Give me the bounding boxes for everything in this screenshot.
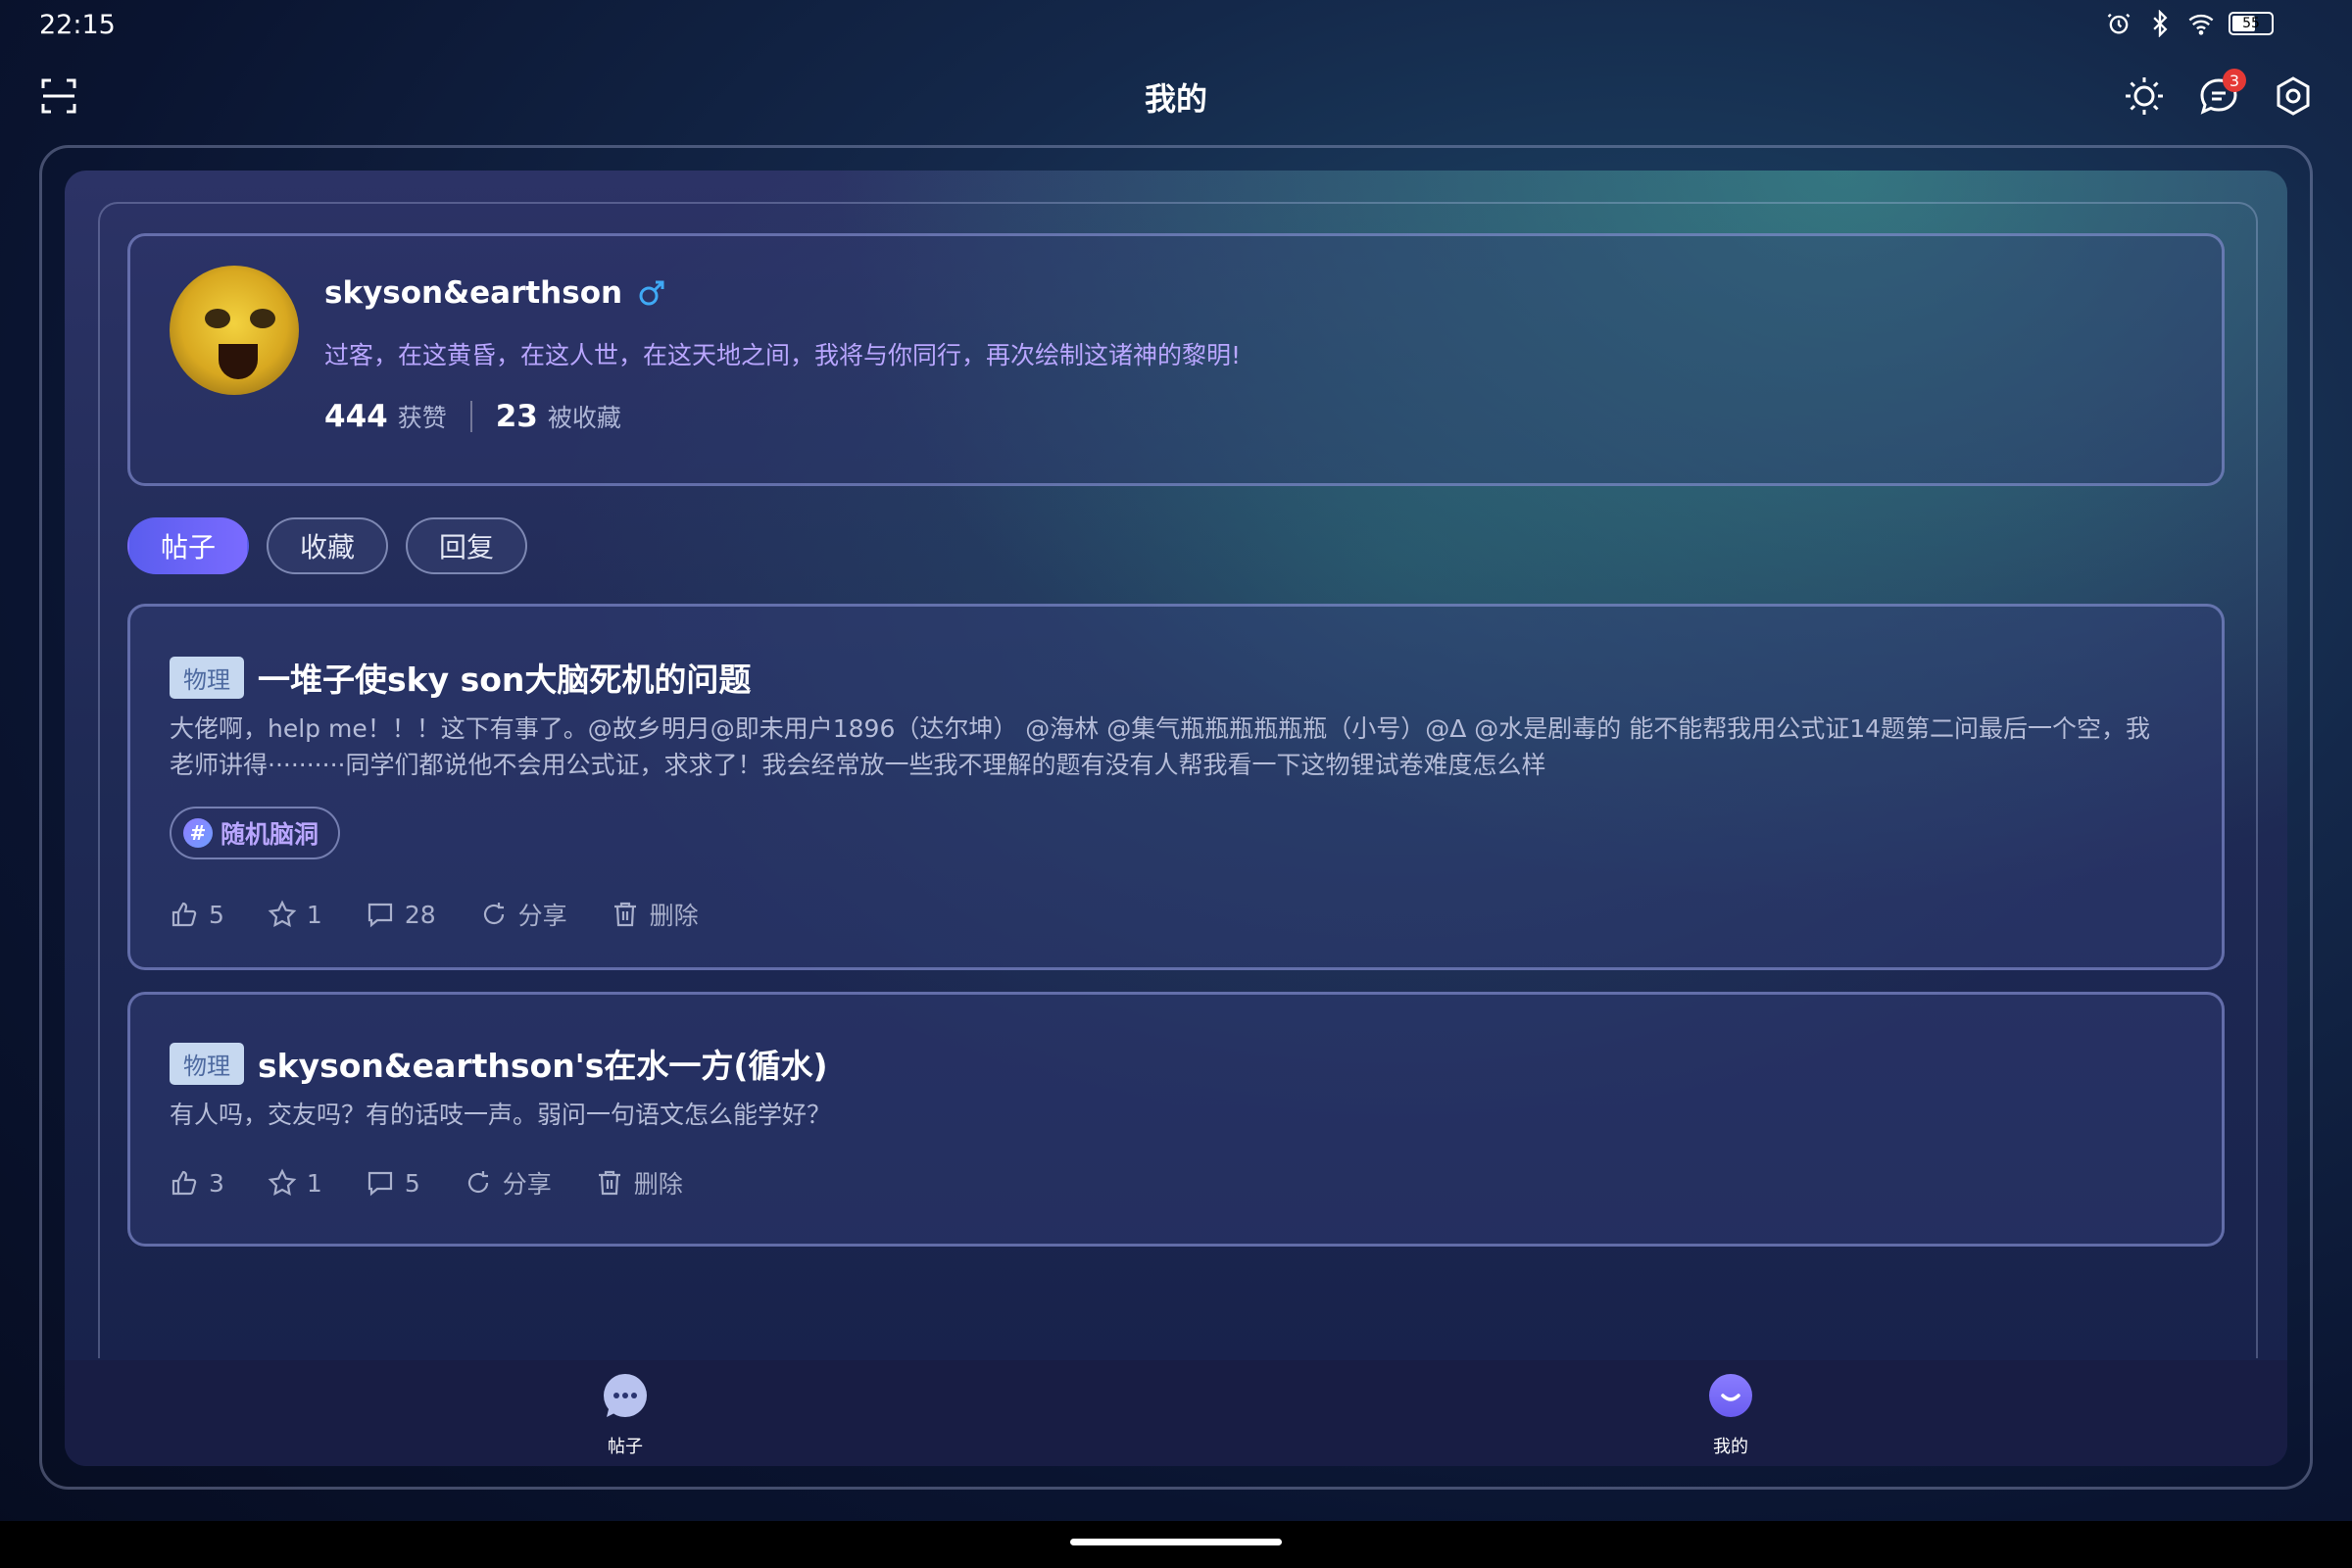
battery-icon: 55 [2229, 12, 2274, 35]
post-title-row: 物理 skyson&earthson's在水一方(循水) [170, 1040, 828, 1087]
delete-button[interactable]: 删除 [611, 897, 699, 932]
sun-icon [2126, 77, 2163, 115]
status-icons: 55 [2105, 10, 2274, 37]
avatar[interactable] [170, 266, 299, 395]
post-card[interactable]: 物理 一堆子使sky son大脑死机的问题 大佬啊，help me！！！这下有事… [127, 604, 2225, 970]
theme-toggle-button[interactable] [2123, 74, 2166, 118]
profile-smile-icon [1709, 1374, 1752, 1417]
home-indicator[interactable] [1070, 1539, 1282, 1545]
comment-button[interactable]: 5 [366, 1168, 420, 1198]
post-card[interactable]: 物理 skyson&earthson's在水一方(循水) 有人吗，交友吗？有的话… [127, 992, 2225, 1247]
nav-item-posts[interactable]: 帖子 [566, 1372, 684, 1458]
star-count: 1 [306, 900, 322, 929]
like-count: 5 [209, 900, 224, 929]
star-count: 1 [306, 1168, 322, 1198]
delete-label: 删除 [633, 1170, 683, 1199]
post-title-row: 物理 一堆子使sky son大脑死机的问题 [170, 654, 751, 701]
likes-label: 获赞 [397, 404, 447, 432]
settings-icon [2277, 76, 2310, 116]
category-tag[interactable]: 物理 [170, 1042, 244, 1085]
delete-button[interactable]: 删除 [595, 1165, 683, 1200]
settings-button[interactable] [2272, 74, 2315, 118]
share-icon [483, 903, 504, 925]
post-actions: 5 1 28 分享 删除 [170, 897, 699, 932]
alarm-icon [2107, 13, 2131, 34]
post-body: 有人吗，交友吗？有的话吱一声。弱问一句语文怎么能学好？ [170, 1101, 832, 1129]
trash-icon [598, 1170, 620, 1196]
thumbs-up-icon [172, 1170, 197, 1196]
page-title: 我的 [1144, 80, 1207, 118]
comment-icon [368, 903, 392, 928]
comment-count: 5 [404, 1168, 420, 1198]
male-gender-icon [639, 280, 664, 306]
profile-tabs: 帖子 收藏 回复 [127, 517, 528, 574]
user-bio: 过客，在这黄昏，在这人世，在这天地之间，我将与你同行，再次绘制这诸神的黎明! [324, 341, 1242, 369]
topic-label: 随机脑洞 [220, 820, 319, 849]
header-actions: 3 [2123, 69, 2315, 118]
share-icon [467, 1171, 488, 1194]
star-icon [268, 1168, 297, 1197]
topic-chip[interactable]: # 随机脑洞 [170, 807, 341, 859]
tab-replies[interactable]: 回复 [406, 517, 528, 574]
post-title[interactable]: 一堆子使sky son大脑死机的问题 [258, 654, 751, 701]
favorited-label: 被收藏 [547, 404, 621, 432]
share-label: 分享 [517, 902, 567, 930]
share-button[interactable]: 分享 [464, 1165, 552, 1200]
battery-level: 55 [2242, 16, 2260, 31]
hashtag-icon: # [183, 818, 213, 848]
post-actions: 3 1 5 分享 删除 [170, 1165, 683, 1200]
nav-label-posts: 帖子 [608, 1437, 643, 1457]
trash-icon [613, 902, 636, 927]
username: skyson&earthson [324, 275, 623, 311]
messages-button[interactable]: 3 [2197, 69, 2246, 118]
username-row: skyson&earthson [324, 275, 667, 311]
status-bar: 22:15 55 [0, 0, 2352, 49]
likes-count: 444 [324, 399, 388, 434]
like-button[interactable]: 5 [170, 900, 224, 929]
star-button[interactable]: 1 [268, 900, 322, 929]
favorited-count: 23 [495, 399, 538, 434]
status-time: 22:15 [39, 10, 116, 40]
delete-label: 删除 [649, 902, 699, 930]
like-count: 3 [209, 1168, 224, 1198]
share-label: 分享 [502, 1170, 552, 1199]
wifi-icon [2188, 14, 2214, 35]
chat-bubble-icon [604, 1374, 647, 1417]
profile-card: skyson&earthson 过客，在这黄昏，在这人世，在这天地之间，我将与你… [127, 233, 2225, 486]
comment-icon [368, 1171, 392, 1197]
bluetooth-icon [2153, 10, 2168, 37]
tab-favorites[interactable]: 收藏 [267, 517, 389, 574]
category-tag[interactable]: 物理 [170, 656, 244, 699]
nav-item-mine[interactable]: 我的 [1672, 1372, 1789, 1458]
message-count-badge: 3 [2223, 69, 2246, 92]
share-button[interactable]: 分享 [479, 897, 567, 932]
top-bar: 我的 3 [0, 59, 2352, 137]
comment-count: 28 [404, 900, 436, 929]
nav-label-mine: 我的 [1713, 1437, 1748, 1457]
thumbs-up-icon [172, 902, 197, 927]
star-button[interactable]: 1 [268, 1168, 322, 1198]
stats-divider [469, 401, 472, 432]
post-body: 大佬啊，help me！！！这下有事了。@故乡明月@即未用户1896（达尔坤） … [170, 714, 2151, 779]
star-icon [268, 900, 297, 928]
like-button[interactable]: 3 [170, 1168, 224, 1198]
bottom-nav: 帖子 我的 [65, 1360, 2287, 1466]
post-title[interactable]: skyson&earthson's在水一方(循水) [258, 1040, 828, 1087]
user-stats: 444 获赞 23 被收藏 [324, 399, 621, 434]
tab-posts[interactable]: 帖子 [127, 517, 250, 574]
comment-button[interactable]: 28 [366, 900, 436, 929]
